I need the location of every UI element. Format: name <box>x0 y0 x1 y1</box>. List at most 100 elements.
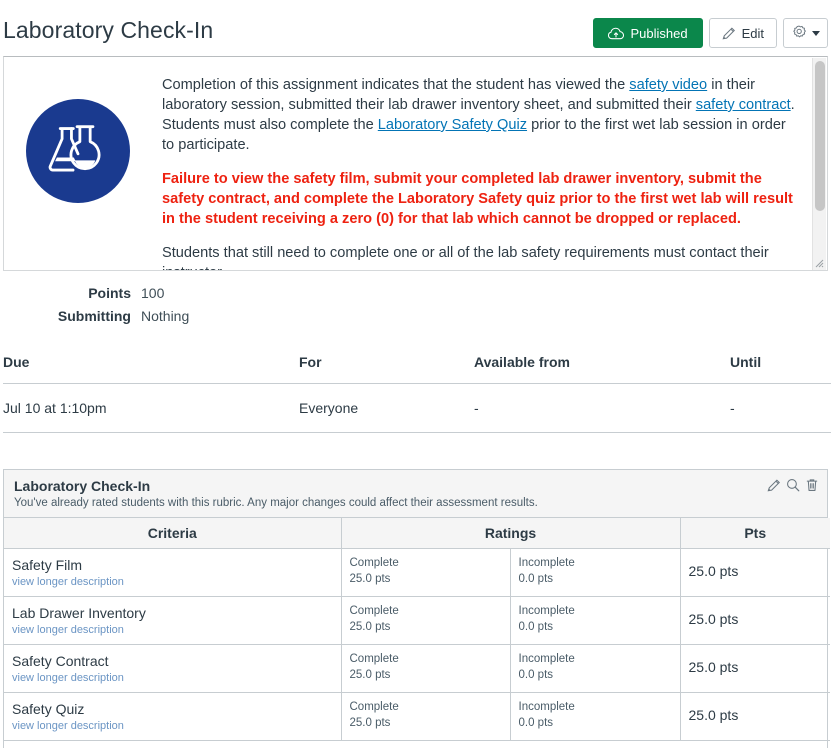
assignment-description-box: Completion of this assignment indicates … <box>3 56 828 271</box>
description-scrollbar-thumb[interactable] <box>815 61 825 211</box>
rubric-header-pts: Pts <box>680 518 830 549</box>
dates-cell-available-from: - <box>474 384 730 433</box>
view-longer-description-link[interactable]: view longer description <box>12 624 333 636</box>
rubric-rating-cell: Incomplete 0.0 pts <box>510 645 680 693</box>
pencil-icon <box>722 26 736 40</box>
table-row: Lab Drawer Inventory view longer descrip… <box>4 597 830 645</box>
rubric-criterion-cell: Safety Contract view longer description <box>4 645 341 693</box>
points-value: 100 <box>141 285 164 301</box>
criterion-name: Safety Film <box>12 557 333 573</box>
search-icon[interactable] <box>786 478 800 497</box>
rubric-rating-cell: Complete 25.0 pts <box>341 693 510 741</box>
publish-status-button[interactable]: Published <box>593 18 702 48</box>
submitting-value: Nothing <box>141 308 189 324</box>
resize-handle-icon[interactable] <box>814 258 824 268</box>
rating-label: Incomplete <box>519 557 672 569</box>
rating-points: 25.0 pts <box>350 621 502 633</box>
description-paragraph-3: Students that still need to complete one… <box>162 243 802 271</box>
rubric-subtitle: You've already rated students with this … <box>14 497 817 509</box>
table-row: Safety Contract view longer description … <box>4 645 830 693</box>
rating-points: 0.0 pts <box>519 669 672 681</box>
rubric-criterion-points: 25.0 pts <box>680 597 830 645</box>
rubric-rating-cell: Complete 25.0 pts <box>341 597 510 645</box>
dates-cell-due: Jul 10 at 1:10pm <box>3 384 299 433</box>
table-row: Safety Quiz view longer description Comp… <box>4 693 830 741</box>
page-title: Laboratory Check-In <box>3 17 213 44</box>
rating-label: Complete <box>350 701 502 713</box>
rating-label: Incomplete <box>519 605 672 617</box>
rubric-header-row: Criteria Ratings Pts <box>4 518 830 549</box>
rubric-rating-cell: Incomplete 0.0 pts <box>510 549 680 597</box>
view-longer-description-link[interactable]: view longer description <box>12 576 333 588</box>
rubric-rating-cell: Complete 25.0 pts <box>341 645 510 693</box>
rubric-header-actions <box>767 478 819 497</box>
cloud-check-icon <box>608 27 624 40</box>
rubric-header-ratings: Ratings <box>341 518 680 549</box>
description-scrollbar[interactable] <box>812 58 826 271</box>
rating-points: 25.0 pts <box>350 669 502 681</box>
dates-header-available-from: Available from <box>474 354 730 384</box>
submitting-label: Submitting <box>3 308 141 324</box>
view-longer-description-link[interactable]: view longer description <box>12 720 333 732</box>
rubric-criterion-cell: Safety Film view longer description <box>4 549 341 597</box>
safety-contract-link[interactable]: safety contract <box>696 97 791 113</box>
edit-button[interactable]: Edit <box>709 18 777 48</box>
rubric-title: Laboratory Check-In <box>14 478 817 494</box>
rubric-total-points: Total Points: 100.0 <box>4 741 830 748</box>
rubric-table: Criteria Ratings Pts Safety Film view lo… <box>4 518 830 748</box>
criterion-name: Safety Contract <box>12 653 333 669</box>
meta-row-points: Points 100 <box>3 285 834 301</box>
publish-status-label: Published <box>630 27 687 40</box>
caret-down-icon <box>812 31 820 36</box>
pencil-icon[interactable] <box>767 478 781 497</box>
rating-points: 25.0 pts <box>350 717 502 729</box>
rating-label: Complete <box>350 653 502 665</box>
rubric-criterion-points: 25.0 pts <box>680 693 830 741</box>
rating-label: Incomplete <box>519 653 672 665</box>
table-row: Jul 10 at 1:10pm Everyone - - <box>3 384 831 433</box>
rating-label: Complete <box>350 557 502 569</box>
gear-icon <box>791 25 807 41</box>
rubric-panel: Laboratory Check-In You've already rated… <box>3 469 828 748</box>
rating-points: 25.0 pts <box>350 573 502 585</box>
rubric-total-row: Total Points: 100.0 <box>4 741 830 748</box>
dates-header-until: Until <box>730 354 831 384</box>
rating-label: Incomplete <box>519 701 672 713</box>
dates-header-due: Due <box>3 354 299 384</box>
view-longer-description-link[interactable]: view longer description <box>12 672 333 684</box>
page-header: Laboratory Check-In Published <box>0 0 834 56</box>
rubric-rating-cell: Incomplete 0.0 pts <box>510 597 680 645</box>
dates-header-row: Due For Available from Until <box>3 354 831 384</box>
rubric-rating-cell: Complete 25.0 pts <box>341 549 510 597</box>
rubric-header: Laboratory Check-In You've already rated… <box>4 470 827 518</box>
rubric-criterion-points: 25.0 pts <box>680 645 830 693</box>
points-label: Points <box>3 285 141 301</box>
rubric-criterion-cell: Safety Quiz view longer description <box>4 693 341 741</box>
edit-label: Edit <box>742 27 764 40</box>
rating-points: 0.0 pts <box>519 717 672 729</box>
trash-icon[interactable] <box>805 478 819 497</box>
meta-row-submitting: Submitting Nothing <box>3 308 834 324</box>
desc-text-segment: Completion of this assignment indicates … <box>162 77 629 93</box>
rubric-header-criteria: Criteria <box>4 518 341 549</box>
rubric-criterion-cell: Lab Drawer Inventory view longer descrip… <box>4 597 341 645</box>
more-options-button[interactable] <box>783 18 828 48</box>
rating-label: Complete <box>350 605 502 617</box>
criterion-name: Safety Quiz <box>12 701 333 717</box>
dates-cell-until: - <box>730 384 831 433</box>
rating-points: 0.0 pts <box>519 573 672 585</box>
description-paragraph-1: Completion of this assignment indicates … <box>162 75 802 155</box>
flasks-icon <box>26 99 130 203</box>
criterion-name: Lab Drawer Inventory <box>12 605 333 621</box>
assignment-meta: Points 100 Submitting Nothing <box>0 285 834 324</box>
description-warning-paragraph: Failure to view the safety film, submit … <box>162 169 802 229</box>
assignment-dates-table: Due For Available from Until Jul 10 at 1… <box>3 354 831 433</box>
rating-points: 0.0 pts <box>519 621 672 633</box>
assignment-description-text: Completion of this assignment indicates … <box>162 71 802 271</box>
rubric-criterion-points: 25.0 pts <box>680 549 830 597</box>
rubric-rating-cell: Incomplete 0.0 pts <box>510 693 680 741</box>
safety-video-link[interactable]: safety video <box>629 77 707 93</box>
laboratory-safety-quiz-link[interactable]: Laboratory Safety Quiz <box>378 117 527 133</box>
dates-header-for: For <box>299 354 474 384</box>
table-row: Safety Film view longer description Comp… <box>4 549 830 597</box>
